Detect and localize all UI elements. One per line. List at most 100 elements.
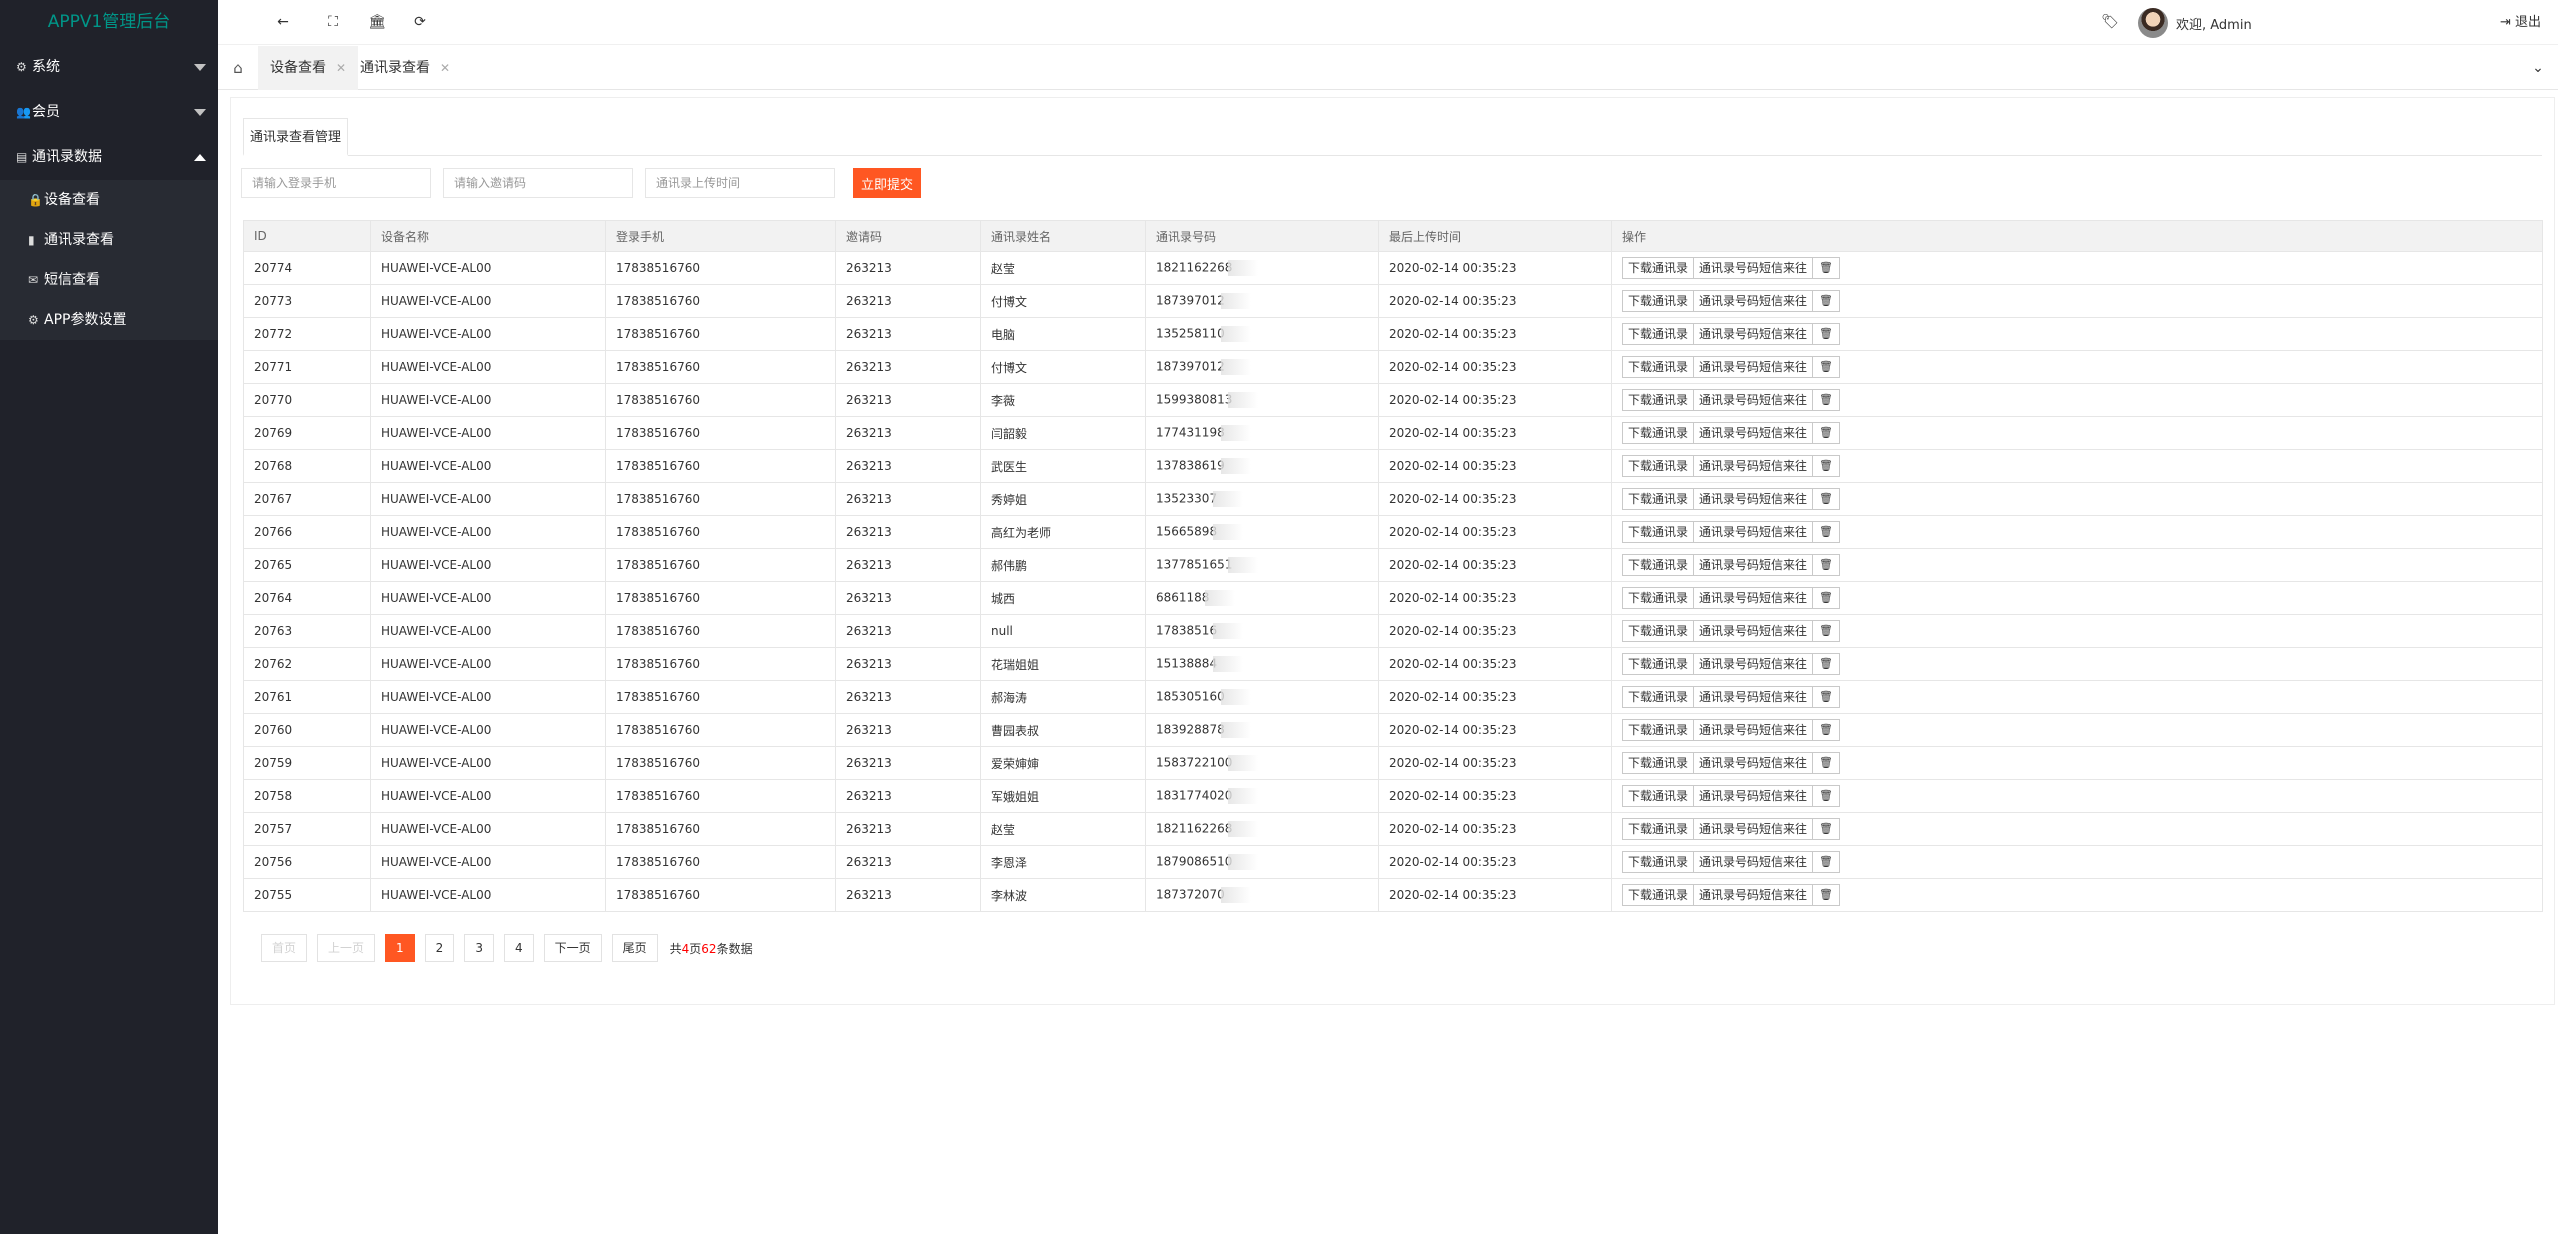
delete-icon[interactable]: 🗑 (1812, 818, 1841, 840)
download-contacts-button[interactable]: 下载通讯录 (1622, 686, 1695, 708)
download-contacts-button[interactable]: 下载通讯录 (1622, 719, 1695, 741)
contact-sms-button[interactable]: 通讯录号码短信来往 (1693, 554, 1814, 576)
prev-page-button[interactable]: 上一页 (317, 934, 376, 962)
delete-icon[interactable]: 🗑 (1812, 554, 1841, 576)
delete-icon[interactable]: 🗑 (1812, 884, 1841, 906)
delete-icon[interactable]: 🗑 (1812, 257, 1841, 279)
contact-sms-button[interactable]: 通讯录号码短信来往 (1693, 818, 1814, 840)
next-page-button[interactable]: 下一页 (543, 934, 602, 962)
page-button-4[interactable]: 4 (503, 934, 534, 962)
contact-sms-button[interactable]: 通讯录号码短信来往 (1693, 653, 1814, 675)
sidebar-item-contacts-view[interactable]: ▮ 通讯录查看 (0, 220, 218, 260)
contact-sms-button[interactable]: 通讯录号码短信来往 (1693, 422, 1814, 444)
delete-icon[interactable]: 🗑 (1812, 323, 1841, 345)
download-contacts-button[interactable]: 下载通讯录 (1622, 587, 1695, 609)
download-contacts-button[interactable]: 下载通讯录 (1622, 818, 1695, 840)
sidebar-item-members[interactable]: 👥会员 (0, 90, 218, 135)
sidebar-item-device-view[interactable]: 🔒设备查看 (0, 180, 218, 220)
delete-icon[interactable]: 🗑 (1812, 422, 1841, 444)
app-logo[interactable]: APPV1管理后台 (0, 0, 218, 45)
chevron-down-icon[interactable]: ⌄ (2518, 46, 2558, 90)
first-page-button[interactable]: 首页 (261, 934, 308, 962)
delete-icon[interactable]: 🗑 (1812, 653, 1841, 675)
sidebar-item-contacts-data[interactable]: ▤ 通讯录数据 (0, 135, 218, 180)
tag-icon[interactable]: 🏷 (2090, 0, 2130, 45)
tab-device-view[interactable]: 设备查看 ✕ (258, 46, 359, 90)
download-contacts-button[interactable]: 下载通讯录 (1622, 521, 1695, 543)
contact-sms-button[interactable]: 通讯录号码短信来往 (1693, 290, 1814, 312)
contact-sms-button[interactable]: 通讯录号码短信来往 (1693, 356, 1814, 378)
sidebar-item-sms-view[interactable]: ✉ 短信查看 (0, 260, 218, 300)
page-button-2[interactable]: 2 (424, 934, 455, 962)
sidebar-item-system[interactable]: ⚙ 系统 (0, 45, 218, 90)
close-icon[interactable]: ✕ (440, 61, 450, 75)
delete-icon[interactable]: 🗑 (1812, 851, 1841, 873)
login-phone-input[interactable] (241, 168, 431, 198)
download-contacts-button[interactable]: 下载通讯录 (1622, 389, 1695, 411)
tab-contacts-manage[interactable]: 通讯录查看管理 (243, 118, 349, 156)
sidebar-item-app-settings[interactable]: ⚙ APP参数设置 (0, 300, 218, 340)
delete-icon[interactable]: 🗑 (1812, 587, 1841, 609)
cell-device: HUAWEI-VCE-AL00 (370, 515, 606, 549)
download-contacts-button[interactable]: 下载通讯录 (1622, 752, 1695, 774)
download-contacts-button[interactable]: 下载通讯录 (1622, 488, 1695, 510)
upload-time-input[interactable] (645, 168, 835, 198)
download-contacts-button[interactable]: 下载通讯录 (1622, 290, 1695, 312)
contact-sms-button[interactable]: 通讯录号码短信来往 (1693, 389, 1814, 411)
contact-sms-button[interactable]: 通讯录号码短信来往 (1693, 257, 1814, 279)
delete-icon[interactable]: 🗑 (1812, 389, 1841, 411)
delete-icon[interactable]: 🗑 (1812, 620, 1841, 642)
download-contacts-button[interactable]: 下载通讯录 (1622, 257, 1695, 279)
table-row: 20757 HUAWEI-VCE-AL00 17838516760 263213 赵莹 1… (243, 812, 2543, 846)
close-icon[interactable]: ✕ (336, 61, 346, 75)
submit-button[interactable]: 立即提交 (853, 168, 921, 198)
number-text: 137838619 (1156, 458, 1225, 473)
delete-icon[interactable]: 🗑 (1812, 719, 1841, 741)
logout-button[interactable]: ⇥ 退出 (2500, 0, 2541, 45)
last-page-button[interactable]: 尾页 (611, 934, 658, 962)
download-contacts-button[interactable]: 下载通讯录 (1622, 620, 1695, 642)
contact-sms-button[interactable]: 通讯录号码短信来往 (1693, 587, 1814, 609)
refresh-icon[interactable]: ⟳ (400, 0, 440, 45)
download-contacts-button[interactable]: 下载通讯录 (1622, 554, 1695, 576)
delete-icon[interactable]: 🗑 (1812, 488, 1841, 510)
contact-sms-button[interactable]: 通讯录号码短信来往 (1693, 752, 1814, 774)
contact-sms-button[interactable]: 通讯录号码短信来往 (1693, 620, 1814, 642)
delete-icon[interactable]: 🗑 (1812, 455, 1841, 477)
column-header: 邀请码 (835, 220, 981, 252)
download-contacts-button[interactable]: 下载通讯录 (1622, 884, 1695, 906)
download-contacts-button[interactable]: 下载通讯录 (1622, 323, 1695, 345)
download-contacts-button[interactable]: 下载通讯录 (1622, 356, 1695, 378)
download-contacts-button[interactable]: 下载通讯录 (1622, 455, 1695, 477)
delete-icon[interactable]: 🗑 (1812, 290, 1841, 312)
delete-icon[interactable]: 🗑 (1812, 356, 1841, 378)
cell-invite: 263213 (835, 647, 981, 681)
delete-icon[interactable]: 🗑 (1812, 686, 1841, 708)
download-contacts-button[interactable]: 下载通讯录 (1622, 851, 1695, 873)
contact-sms-button[interactable]: 通讯录号码短信来往 (1693, 455, 1814, 477)
contact-sms-button[interactable]: 通讯录号码短信来往 (1693, 719, 1814, 741)
bank-icon[interactable]: 🏛 (357, 0, 397, 45)
delete-icon[interactable]: 🗑 (1812, 785, 1841, 807)
contact-sms-button[interactable]: 通讯录号码短信来往 (1693, 686, 1814, 708)
delete-icon[interactable]: 🗑 (1812, 752, 1841, 774)
invite-code-input[interactable] (443, 168, 633, 198)
page-button-3[interactable]: 3 (464, 934, 494, 962)
contact-sms-button[interactable]: 通讯录号码短信来往 (1693, 851, 1814, 873)
contact-sms-button[interactable]: 通讯录号码短信来往 (1693, 884, 1814, 906)
download-contacts-button[interactable]: 下载通讯录 (1622, 785, 1695, 807)
download-contacts-button[interactable]: 下载通讯录 (1622, 653, 1695, 675)
fullscreen-icon[interactable]: ⛶ (313, 0, 353, 45)
sidebar-item-label: 设备查看 (44, 192, 100, 208)
page-button-1[interactable]: 1 (385, 934, 415, 962)
contact-sms-button[interactable]: 通讯录号码短信来往 (1693, 785, 1814, 807)
download-contacts-button[interactable]: 下载通讯录 (1622, 422, 1695, 444)
delete-icon[interactable]: 🗑 (1812, 521, 1841, 543)
user-menu[interactable]: 欢迎, Admin (2138, 8, 2252, 38)
contact-sms-button[interactable]: 通讯录号码短信来往 (1693, 488, 1814, 510)
tab-contacts-view[interactable]: 通讯录查看 ✕ (348, 46, 462, 90)
home-icon[interactable]: ⌂ (218, 46, 258, 90)
contact-sms-button[interactable]: 通讯录号码短信来往 (1693, 323, 1814, 345)
contact-sms-button[interactable]: 通讯录号码短信来往 (1693, 521, 1814, 543)
back-icon[interactable]: ← (263, 0, 303, 45)
